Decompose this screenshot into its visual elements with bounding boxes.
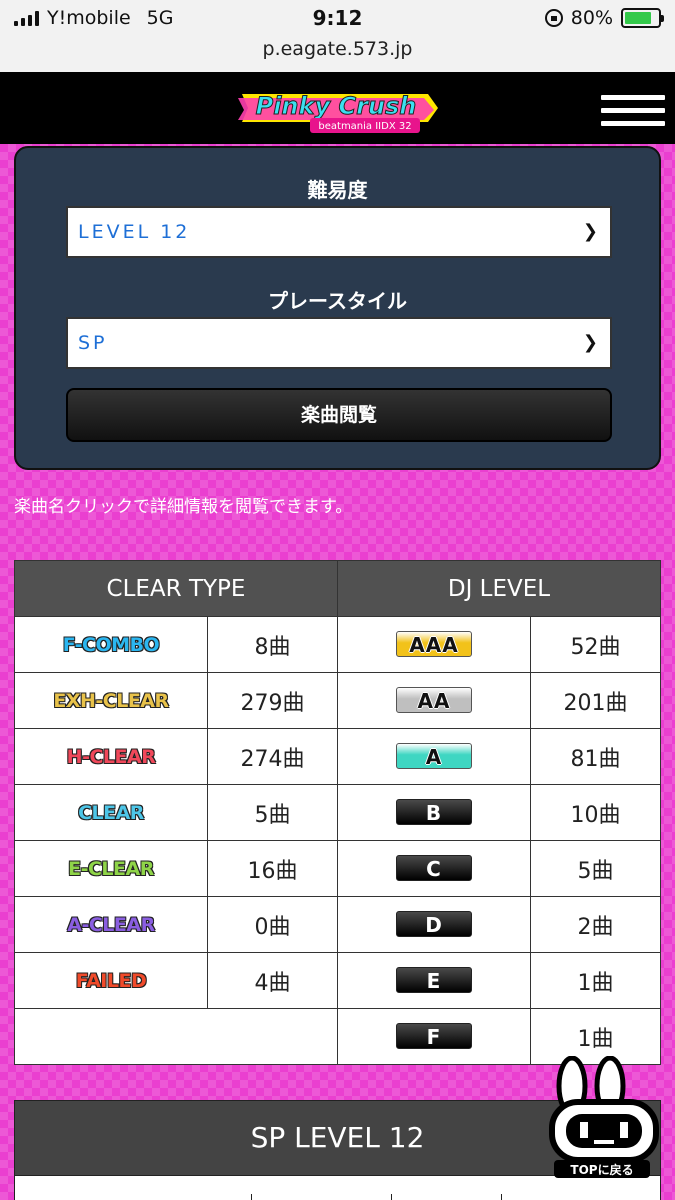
stats-row: EXH-CLEAR 279曲 AA 201曲: [14, 672, 661, 729]
clear-type-cell: A-CLEAR: [14, 896, 208, 953]
dj-level-badge: D: [396, 911, 472, 937]
battery-info: 80%: [544, 7, 664, 29]
dj-level-count: 1曲: [530, 952, 661, 1009]
dj-level-cell: F: [337, 1008, 531, 1065]
browser-status-bar: Y!mobile 5G 9:12 80% p.eagate.573.jp: [0, 0, 675, 72]
clear-type-badge: FAILED: [75, 970, 147, 992]
rotation-lock-icon: [544, 9, 563, 27]
filter-panel: 難易度 LEVEL 12 ❯ プレースタイル SP ❯ 楽曲閲覧: [14, 146, 661, 470]
clear-type-badge: CLEAR: [78, 802, 144, 824]
dj-level-cell: C: [337, 840, 531, 897]
clear-stats-table: CLEAR TYPE DJ LEVEL F-COMBO 8曲 AAA 52曲 EXH-C…: [14, 560, 661, 1065]
clear-type-cell: H-CLEAR: [14, 728, 208, 785]
dj-level-badge: A: [396, 743, 472, 769]
clear-type-badge: F-COMBO: [62, 634, 160, 656]
chevron-down-icon: ❯: [582, 332, 598, 353]
battery-icon: [621, 8, 664, 28]
clear-type-cell: E-CLEAR: [14, 840, 208, 897]
stats-body: F-COMBO 8曲 AAA 52曲 EXH-CLEAR 279曲 AA 201曲 H-CLEA…: [14, 616, 661, 1065]
play-style-label: プレースタイル: [268, 289, 407, 313]
dj-level-count: 52曲: [530, 616, 661, 673]
clear-type-badge: EXH-CLEAR: [53, 690, 169, 712]
clear-type-badge: H-CLEAR: [66, 746, 156, 768]
hamburger-menu-icon[interactable]: [601, 95, 665, 129]
dj-level-count: 5曲: [530, 840, 661, 897]
clear-type-badge: A-CLEAR: [67, 914, 155, 936]
stats-row: FAILED 4曲 E 1曲: [14, 952, 661, 1009]
stats-row: CLEAR 5曲 B 10曲: [14, 784, 661, 841]
dj-level-badge: AAA: [396, 631, 472, 657]
clear-count: 5曲: [207, 784, 338, 841]
clear-type-cell: FAILED: [14, 952, 208, 1009]
dj-level-header: DJ LEVEL: [337, 560, 661, 617]
clear-type-cell: F-COMBO: [14, 616, 208, 673]
chevron-down-icon: ❯: [582, 221, 598, 242]
dj-level-cell: E: [337, 952, 531, 1009]
logo-subtitle: beatmania IIDX 32: [318, 121, 411, 132]
dj-level-cell: B: [337, 784, 531, 841]
dj-level-badge: E: [396, 967, 472, 993]
pinky-crush-logo[interactable]: Pinky Crush beatmania IIDX 32: [236, 80, 442, 136]
dj-level-badge: AA: [396, 687, 472, 713]
difficulty-value: LEVEL 12: [78, 221, 191, 243]
clear-type-cell: EXH-CLEAR: [14, 672, 208, 729]
clear-count: 274曲: [207, 728, 338, 785]
clear-type-header: CLEAR TYPE: [14, 560, 338, 617]
clear-count: 16曲: [207, 840, 338, 897]
difficulty-label: 難易度: [307, 178, 368, 202]
dj-level-count: 10曲: [530, 784, 661, 841]
stats-row: F-COMBO 8曲 AAA 52曲: [14, 616, 661, 673]
stats-row: E-CLEAR 16曲 C 5曲: [14, 840, 661, 897]
stats-row: A-CLEAR 0曲 D 2曲: [14, 896, 661, 953]
back-to-top-button[interactable]: TOPに戻る: [548, 1056, 662, 1180]
battery-percent: 80%: [570, 7, 613, 29]
clear-count: 8曲: [207, 616, 338, 673]
dj-level-cell: AAA: [337, 616, 531, 673]
clear-type-badge: E-CLEAR: [68, 858, 154, 880]
clear-count: 0曲: [207, 896, 338, 953]
instruction-note: 楽曲名クリックで詳細情報を閲覧できます。: [14, 497, 353, 517]
clear-count: 4曲: [207, 952, 338, 1009]
dj-level-count: 201曲: [530, 672, 661, 729]
dj-level-count: 81曲: [530, 728, 661, 785]
difficulty-select[interactable]: LEVEL 12 ❯: [66, 206, 612, 258]
dj-level-badge: C: [396, 855, 472, 881]
dj-level-cell: A: [337, 728, 531, 785]
empty-cell: [14, 1008, 338, 1065]
address-bar[interactable]: p.eagate.573.jp: [0, 38, 675, 60]
play-style-select[interactable]: SP ❯: [66, 317, 612, 369]
stats-row: H-CLEAR 274曲 A 81曲: [14, 728, 661, 785]
logo-title: Pinky Crush: [256, 92, 417, 120]
clear-count: 279曲: [207, 672, 338, 729]
clear-type-cell: CLEAR: [14, 784, 208, 841]
dj-level-count: 2曲: [530, 896, 661, 953]
dj-level-badge: F: [396, 1023, 472, 1049]
dj-level-cell: AA: [337, 672, 531, 729]
play-style-value: SP: [78, 332, 108, 354]
back-to-top-label: TOPに戻る: [570, 1162, 633, 1177]
browse-songs-button[interactable]: 楽曲閲覧: [66, 388, 612, 442]
dj-level-badge: B: [396, 799, 472, 825]
dj-level-cell: D: [337, 896, 531, 953]
